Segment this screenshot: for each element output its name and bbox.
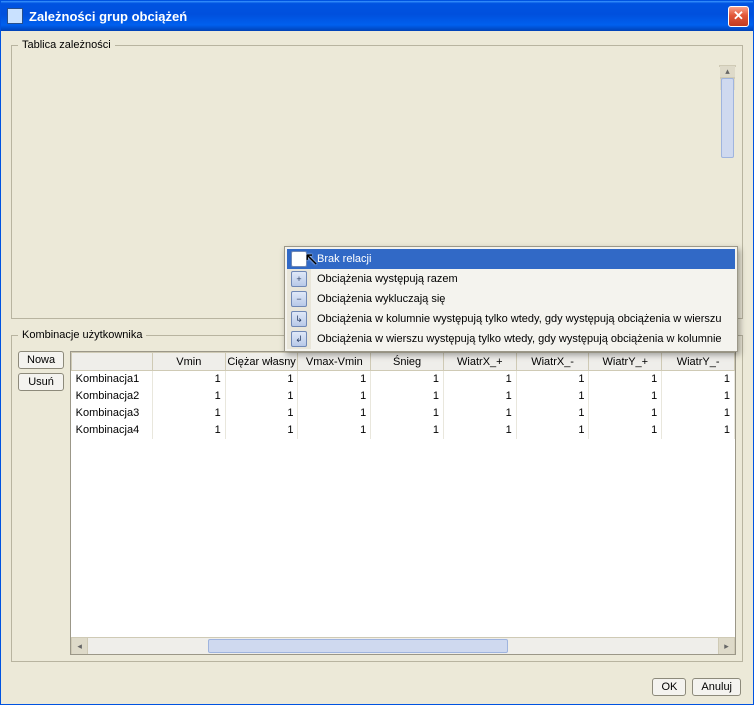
combinations-grid[interactable]: VminCiężar własnyVmax-VminŚniegWiatrX_+W… <box>71 352 735 439</box>
context-menu-label: Brak relacji <box>317 253 371 265</box>
window-title: Zależności grup obciążeń <box>29 9 728 24</box>
context-menu-label: Obciążenia wykluczają się <box>317 293 445 305</box>
grid-column-header[interactable]: Vmin <box>152 353 225 371</box>
combination-value[interactable]: 1 <box>516 371 589 388</box>
new-combination-button[interactable]: Nowa <box>18 351 64 369</box>
grid-column-header[interactable]: Ciężar własny <box>225 353 298 371</box>
context-menu-icon: ↳ <box>291 311 307 327</box>
relation-context-menu[interactable]: Brak relacji+Obciążenia występują razem−… <box>284 246 738 352</box>
ok-button[interactable]: OK <box>652 678 686 696</box>
table-row[interactable]: Kombinacja411111111 <box>72 422 735 439</box>
combination-value[interactable]: 1 <box>298 422 371 439</box>
combination-value[interactable]: 1 <box>443 405 516 422</box>
combination-value[interactable]: 1 <box>443 388 516 405</box>
combination-value[interactable]: 1 <box>225 422 298 439</box>
dialog-buttons: OK Anuluj <box>11 672 743 698</box>
client-area: Tablica zależności Vmax-VminŚniegWiatrX_… <box>1 31 753 704</box>
context-menu-item[interactable]: −Obciążenia wykluczają się <box>287 289 735 309</box>
combination-value[interactable]: 1 <box>662 405 735 422</box>
grid-h-thumb[interactable] <box>208 639 508 653</box>
context-menu-item[interactable]: Brak relacji <box>287 249 735 269</box>
combination-value[interactable]: 1 <box>589 422 662 439</box>
combination-value[interactable]: 1 <box>371 405 444 422</box>
combination-value[interactable]: 1 <box>662 422 735 439</box>
context-menu-item[interactable]: ↲ Obciążenia w wierszu występują tylko wt… <box>287 329 735 349</box>
combination-name[interactable]: Kombinacja1 <box>72 371 153 388</box>
context-menu-icon: + <box>291 271 307 287</box>
app-icon <box>7 8 23 24</box>
combo-buttons: Nowa Usuń <box>18 351 64 655</box>
combos-legend: Kombinacje użytkownika <box>18 329 146 341</box>
combination-value[interactable]: 1 <box>662 371 735 388</box>
combination-value[interactable]: 1 <box>371 371 444 388</box>
combination-value[interactable]: 1 <box>298 371 371 388</box>
table-row[interactable]: Kombinacja111111111 <box>72 371 735 388</box>
combinations-group: Kombinacje użytkownika Nowa Usuń VminCię… <box>11 329 743 662</box>
combination-value[interactable]: 1 <box>516 422 589 439</box>
combination-value[interactable]: 1 <box>298 388 371 405</box>
table-row[interactable]: Kombinacja311111111 <box>72 405 735 422</box>
context-menu-item[interactable]: + Obciążenia występują razem <box>287 269 735 289</box>
combinations-grid-wrap: VminCiężar własnyVmax-VminŚniegWiatrX_+W… <box>70 351 736 655</box>
combination-value[interactable]: 1 <box>225 388 298 405</box>
matrix-group: Tablica zależności Vmax-VminŚniegWiatrX_… <box>11 39 743 319</box>
table-row[interactable]: Kombinacja211111111 <box>72 388 735 405</box>
combination-value[interactable]: 1 <box>152 388 225 405</box>
context-menu-icon: − <box>291 291 307 307</box>
combination-name[interactable]: Kombinacja3 <box>72 405 153 422</box>
combination-name[interactable]: Kombinacja2 <box>72 388 153 405</box>
combination-value[interactable]: 1 <box>298 405 371 422</box>
matrix-legend: Tablica zależności <box>18 39 115 51</box>
grid-column-header[interactable]: WiatrX_- <box>516 353 589 371</box>
combination-value[interactable]: 1 <box>516 405 589 422</box>
matrix-v-scrollbar[interactable]: ▴ ▾ <box>719 65 736 67</box>
context-menu-icon: ↲ <box>291 331 307 347</box>
context-menu-label: Obciążenia występują razem <box>317 273 458 285</box>
grid-column-header[interactable]: Vmax-Vmin <box>298 353 371 371</box>
cancel-button[interactable]: Anuluj <box>692 678 741 696</box>
combination-value[interactable]: 1 <box>443 422 516 439</box>
grid-column-header[interactable]: Śnieg <box>371 353 444 371</box>
close-button[interactable]: ✕ <box>728 6 749 27</box>
titlebar[interactable]: Zależności grup obciążeń ✕ <box>1 1 753 31</box>
combination-value[interactable]: 1 <box>662 388 735 405</box>
combination-value[interactable]: 1 <box>443 371 516 388</box>
combination-value[interactable]: 1 <box>589 405 662 422</box>
v-scroll-thumb[interactable] <box>721 78 734 158</box>
combination-value[interactable]: 1 <box>589 388 662 405</box>
grid-column-header[interactable] <box>72 353 153 371</box>
grid-column-header[interactable]: WiatrY_+ <box>589 353 662 371</box>
combination-value[interactable]: 1 <box>589 371 662 388</box>
combination-value[interactable]: 1 <box>152 405 225 422</box>
grid-column-header[interactable]: WiatrY_- <box>662 353 735 371</box>
grid-scroll-right-icon[interactable]: ▸ <box>718 638 735 654</box>
combination-value[interactable]: 1 <box>516 388 589 405</box>
dialog-window: Zależności grup obciążeń ✕ Tablica zależ… <box>0 0 754 705</box>
combination-name[interactable]: Kombinacja4 <box>72 422 153 439</box>
scroll-up-icon[interactable]: ▴ <box>720 66 735 78</box>
context-menu-label: Obciążenia w kolumnie występują tylko wt… <box>317 313 722 325</box>
combination-value[interactable]: 1 <box>225 405 298 422</box>
grid-scroll-left-icon[interactable]: ◂ <box>71 638 88 654</box>
delete-combination-button[interactable]: Usuń <box>18 373 64 391</box>
combination-value[interactable]: 1 <box>371 388 444 405</box>
grid-column-header[interactable]: WiatrX_+ <box>443 353 516 371</box>
grid-h-scrollbar[interactable]: ◂ ▸ <box>71 637 735 654</box>
context-menu-label: Obciążenia w wierszu występują tylko wte… <box>317 333 722 345</box>
combination-value[interactable]: 1 <box>152 371 225 388</box>
combination-value[interactable]: 1 <box>225 371 298 388</box>
context-menu-item[interactable]: ↳ Obciążenia w kolumnie występują tylko w… <box>287 309 735 329</box>
combination-value[interactable]: 1 <box>152 422 225 439</box>
combination-value[interactable]: 1 <box>371 422 444 439</box>
context-menu-icon <box>291 251 307 267</box>
